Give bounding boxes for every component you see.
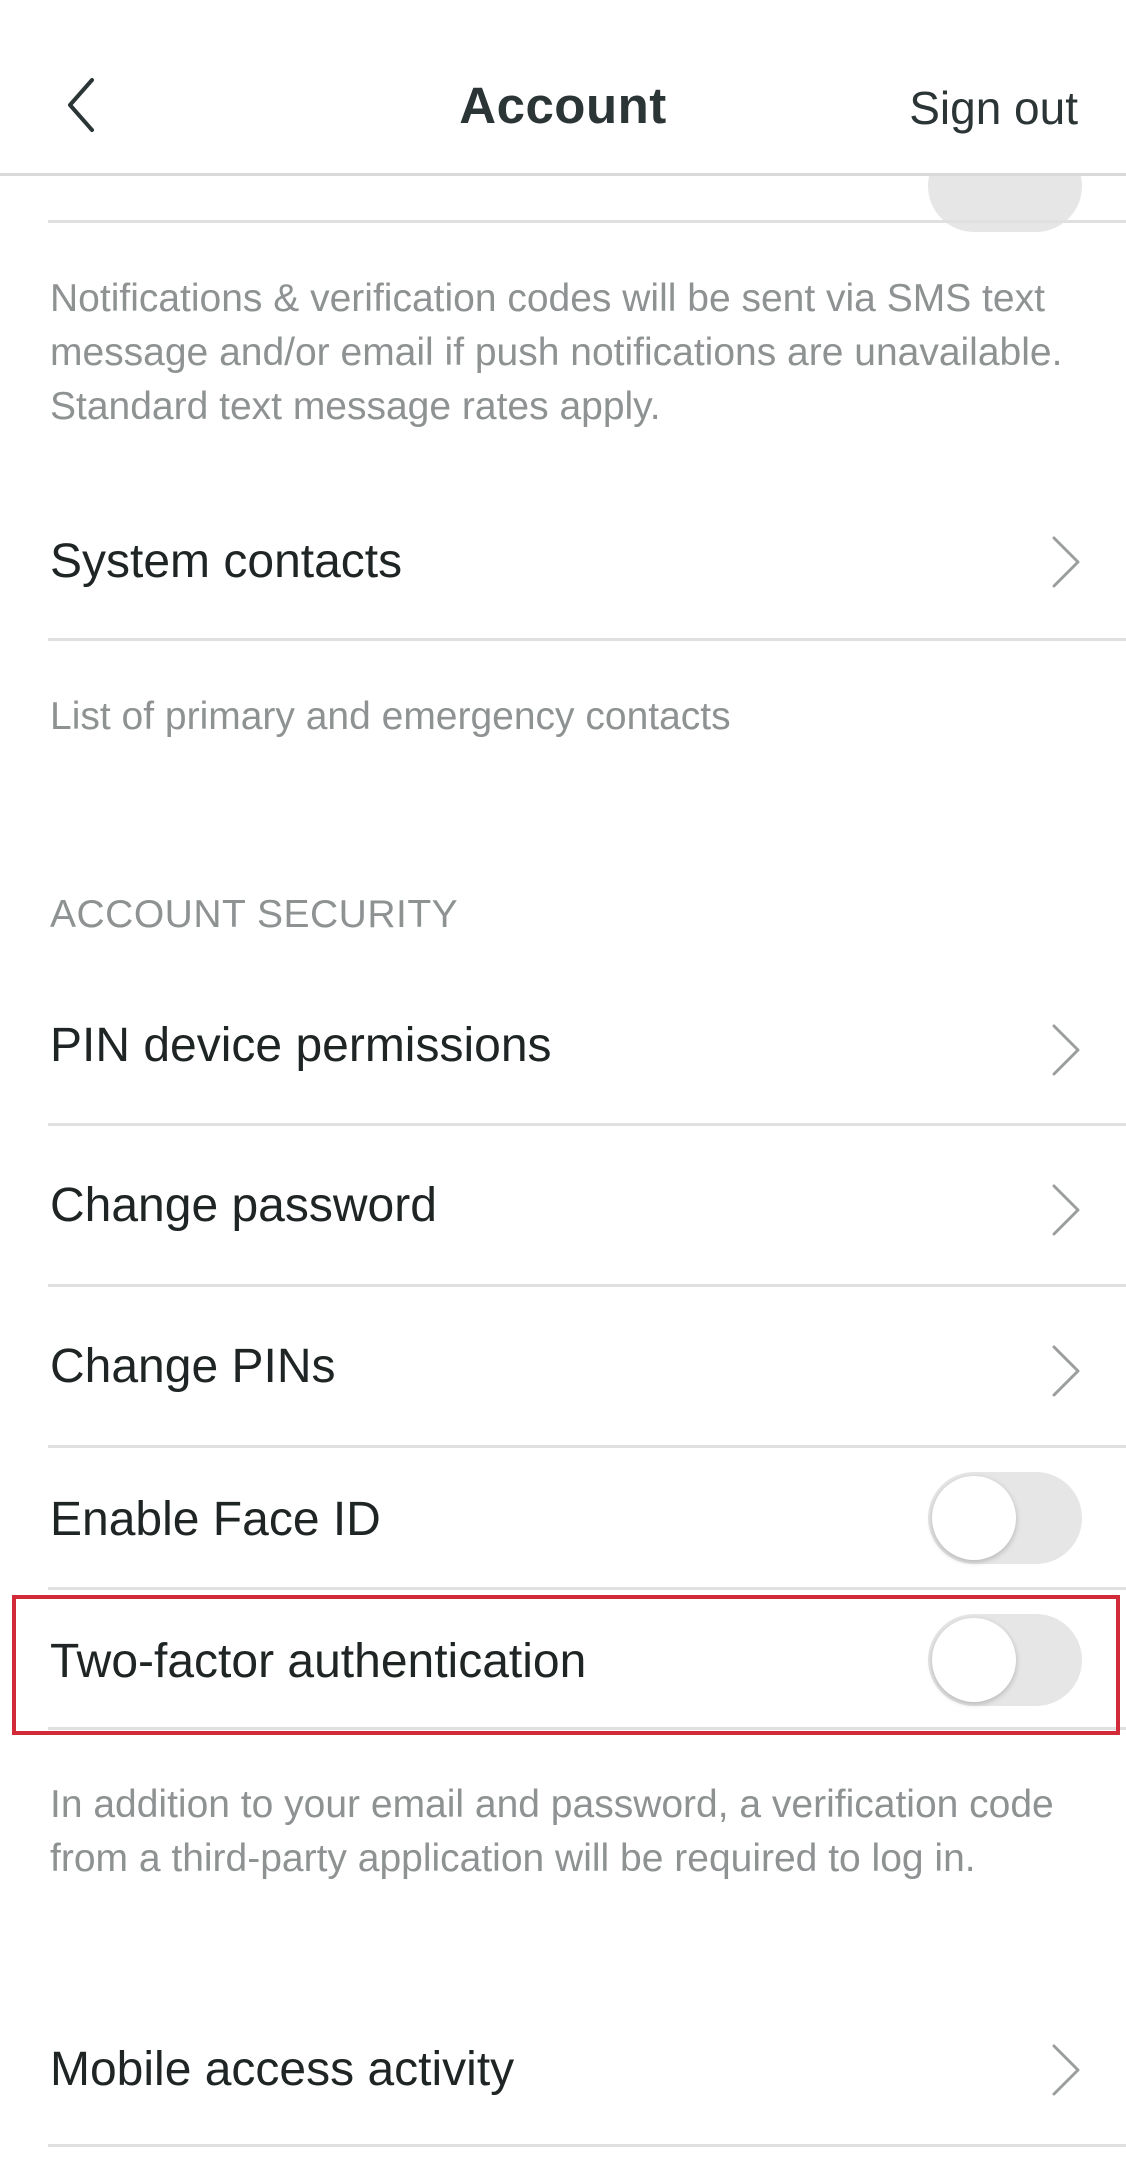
chevron-right-icon xyxy=(1052,2044,1080,2096)
divider xyxy=(48,220,1126,223)
system-contacts-helper-text: List of primary and emergency contacts xyxy=(50,695,731,738)
sign-out-button[interactable]: Sign out xyxy=(909,78,1078,138)
face-id-toggle[interactable] xyxy=(928,1472,1082,1564)
enable-face-id-row: Enable Face ID xyxy=(0,1448,1126,1588)
system-contacts-label: System contacts xyxy=(50,535,403,588)
pin-device-permissions-label: PIN device permissions xyxy=(50,1019,552,1072)
pin-device-permissions-row[interactable]: PIN device permissions xyxy=(0,980,1126,1122)
change-password-label: Change password xyxy=(50,1179,437,1232)
change-password-row[interactable]: Change password xyxy=(0,1126,1126,1284)
two-factor-helper-text: In addition to your email and password, … xyxy=(50,1783,1054,1880)
chevron-right-icon xyxy=(1052,1184,1080,1236)
chevron-right-icon xyxy=(1052,1345,1080,1397)
mobile-access-activity-label: Mobile access activity xyxy=(50,2043,515,2096)
change-pins-label: Change PINs xyxy=(50,1340,336,1393)
chevron-right-icon xyxy=(1052,536,1080,588)
change-pins-row[interactable]: Change PINs xyxy=(0,1287,1126,1445)
divider xyxy=(48,638,1126,641)
system-contacts-row[interactable]: System contacts xyxy=(0,500,1126,640)
highlight-box xyxy=(12,1595,1120,1735)
chevron-right-icon xyxy=(1052,1024,1080,1076)
account-screen: Account Sign out Notifications & verific… xyxy=(0,0,1126,2174)
navigation-header: Account Sign out xyxy=(0,0,1126,176)
enable-face-id-label: Enable Face ID xyxy=(50,1493,381,1546)
account-security-section-header: ACCOUNT SECURITY xyxy=(50,893,459,936)
toggle-knob xyxy=(932,1476,1016,1560)
divider xyxy=(48,2144,1126,2147)
notifications-helper-text: Notifications & verification codes will … xyxy=(50,277,1063,428)
mobile-access-activity-row[interactable]: Mobile access activity xyxy=(0,2000,1126,2140)
